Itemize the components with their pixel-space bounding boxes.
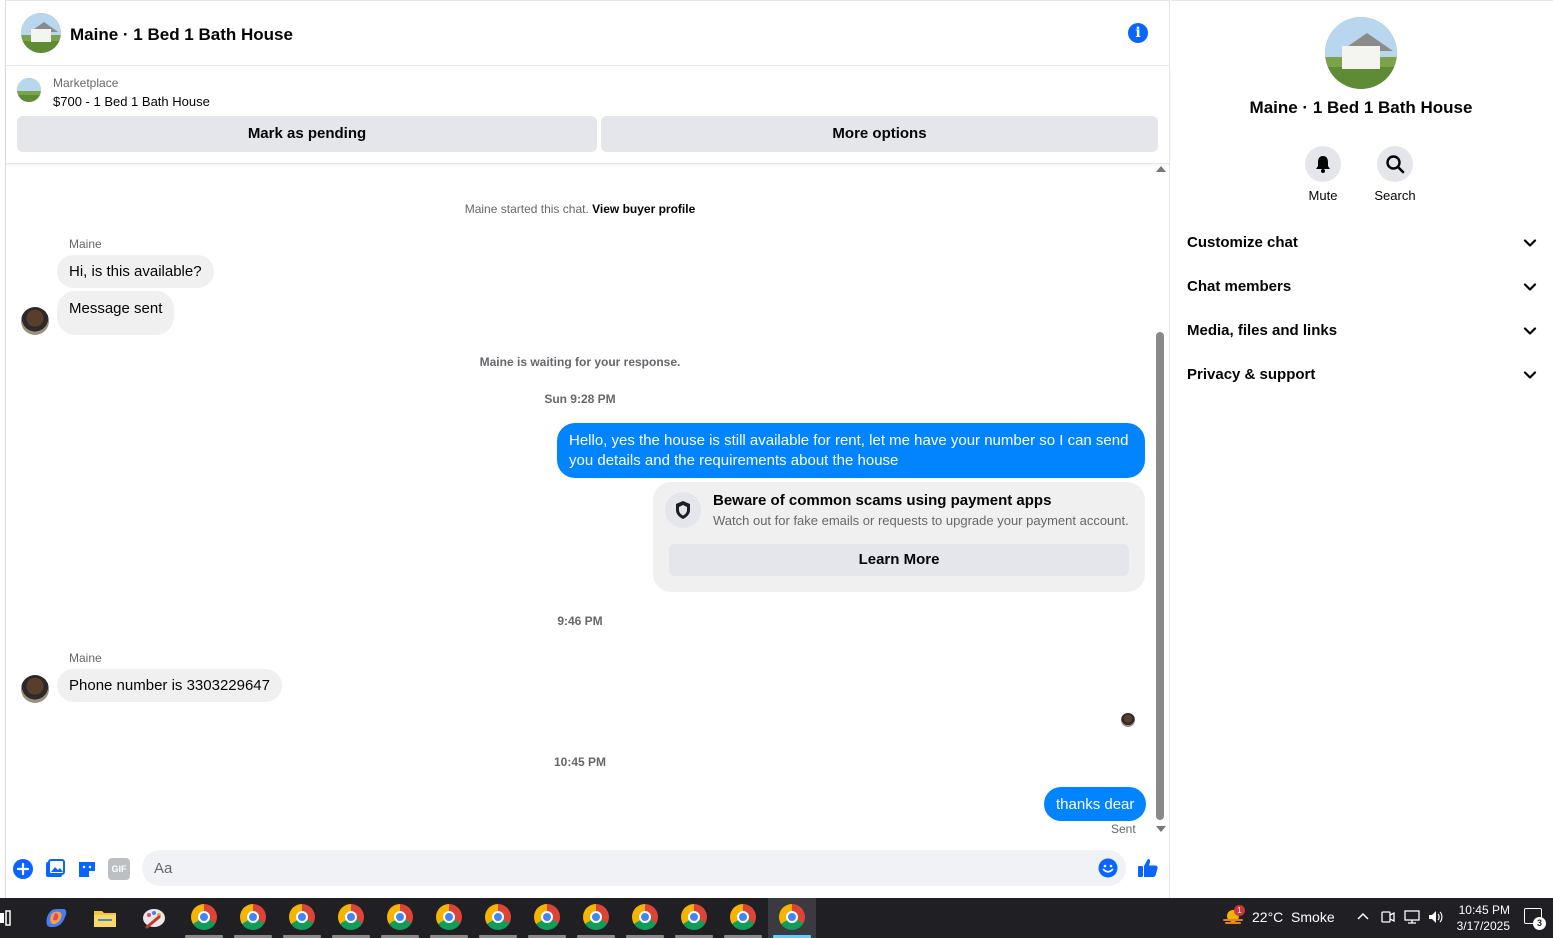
listing-title[interactable]: $700 - 1 Bed 1 Bath House — [53, 94, 210, 109]
chevron-down-icon — [1523, 283, 1537, 291]
chrome-window-icon[interactable] — [240, 904, 266, 930]
chevron-down-icon — [1523, 239, 1537, 247]
scroll-down-arrow[interactable] — [1156, 826, 1166, 832]
windows-taskbar: 1 22°C Smoke 10:45 PM 3/17/2025 3 — [0, 898, 1553, 938]
buyer-avatar[interactable] — [21, 307, 49, 335]
chrome-window-icon[interactable] — [191, 904, 217, 930]
chat-header: Maine · 1 Bed 1 Bath House i — [6, 0, 1170, 66]
section-label: Media, files and links — [1187, 322, 1338, 339]
chrome-window-icon[interactable] — [387, 904, 413, 930]
message-bubble-outgoing[interactable]: Hello, yes the house is still available … — [557, 423, 1145, 478]
chat-title[interactable]: Maine · 1 Bed 1 Bath House — [70, 25, 293, 45]
section-label: Customize chat — [1187, 234, 1298, 251]
more-options-button[interactable]: More options — [601, 116, 1158, 152]
timestamp: Sun 9:28 PM — [544, 392, 616, 406]
shield-icon — [665, 492, 701, 528]
weather-text[interactable]: 22°C Smoke — [1252, 909, 1335, 925]
listing-avatar[interactable] — [21, 13, 61, 53]
clock-time: 10:45 PM — [1458, 903, 1510, 917]
info-icon[interactable]: i — [1128, 23, 1148, 43]
camera-icon[interactable] — [1381, 909, 1395, 925]
clock-date: 3/17/2025 — [1456, 919, 1510, 933]
copilot-icon[interactable] — [41, 903, 71, 933]
notification-count-badge: 3 — [1533, 917, 1546, 930]
message-input[interactable] — [142, 850, 1126, 886]
chevron-down-icon — [1523, 327, 1537, 335]
chat-members-section[interactable]: Chat members — [1187, 265, 1537, 309]
sticker-icon[interactable] — [76, 858, 98, 880]
buyer-avatar[interactable] — [21, 675, 49, 703]
search-icon[interactable] — [1377, 146, 1413, 182]
seen-by-avatar — [1121, 713, 1135, 727]
chat-details-panel: Maine · 1 Bed 1 Bath House Mute Search C… — [1171, 0, 1553, 898]
privacy-support-section[interactable]: Privacy & support — [1187, 353, 1537, 397]
sender-name: Maine — [69, 651, 102, 665]
weather-alert-badge: 1 — [1234, 905, 1245, 916]
customize-chat-section[interactable]: Customize chat — [1187, 221, 1537, 265]
message-status: Sent — [1111, 822, 1136, 836]
message-bubble-incoming[interactable]: Hi, is this available? — [57, 255, 214, 288]
sender-name: Maine — [69, 237, 102, 251]
photo-icon[interactable] — [44, 858, 66, 880]
waiting-notice: Maine is waiting for your response. — [479, 355, 681, 369]
chrome-window-icon[interactable] — [485, 904, 511, 930]
plus-icon[interactable] — [12, 858, 34, 880]
chrome-window-icon[interactable] — [338, 904, 364, 930]
emoji-icon[interactable] — [1098, 858, 1118, 878]
learn-more-button[interactable]: Learn More — [669, 544, 1129, 576]
chrome-window-icon[interactable] — [583, 904, 609, 930]
listing-thumbnail[interactable] — [17, 78, 41, 102]
chrome-window-icon[interactable] — [534, 904, 560, 930]
chevron-down-icon — [1523, 371, 1537, 379]
message-bubble-outgoing[interactable]: thanks dear — [1044, 787, 1147, 821]
chat-started-notice: Maine started this chat. View buyer prof… — [10, 202, 1150, 216]
scam-warning-description: Watch out for fake emails or requests to… — [713, 513, 1129, 528]
marketplace-bar: Marketplace $700 - 1 Bed 1 Bath House Ma… — [6, 66, 1170, 164]
system-clock[interactable]: 10:45 PM 3/17/2025 — [1450, 902, 1510, 934]
message-bubble-incoming[interactable]: Phone number is 3303229647 — [57, 669, 282, 702]
view-buyer-profile-link[interactable]: View buyer profile — [592, 202, 695, 216]
gif-icon[interactable]: GIF — [108, 858, 130, 880]
search-label: Search — [1374, 188, 1416, 203]
message-bubble-incoming[interactable]: Message sent — [57, 291, 175, 335]
volume-icon[interactable] — [1427, 909, 1445, 925]
scroll-up-arrow[interactable] — [1156, 166, 1166, 172]
scroll-thumb[interactable] — [1156, 332, 1164, 820]
task-view-icon[interactable] — [0, 908, 12, 928]
search-in-chat-button[interactable]: Search — [1365, 146, 1425, 203]
network-icon[interactable] — [1403, 909, 1421, 925]
paint-icon[interactable] — [139, 903, 169, 933]
message-scrollbar[interactable] — [1153, 166, 1167, 838]
timestamp: 9:46 PM — [557, 614, 603, 628]
chrome-window-icon[interactable] — [289, 904, 315, 930]
chevron-up-icon[interactable] — [1356, 911, 1370, 921]
media-files-links-section[interactable]: Media, files and links — [1187, 309, 1537, 353]
mark-as-pending-button[interactable]: Mark as pending — [17, 116, 597, 152]
chat-started-text: Maine started this chat. — [464, 202, 589, 216]
scam-warning-title: Beware of common scams using payment app… — [713, 492, 1052, 509]
like-icon[interactable] — [1136, 856, 1160, 880]
section-label: Chat members — [1187, 278, 1292, 295]
mute-button[interactable]: Mute — [1293, 146, 1353, 203]
chrome-window-icon-active[interactable] — [779, 904, 805, 930]
chrome-window-icon[interactable] — [730, 904, 756, 930]
file-explorer-icon[interactable] — [90, 903, 120, 933]
timestamp: 10:45 PM — [553, 755, 607, 769]
chrome-window-icon[interactable] — [681, 904, 707, 930]
marketplace-label: Marketplace — [53, 76, 119, 90]
mute-label: Mute — [1308, 188, 1338, 203]
message-composer: GIF — [6, 846, 1170, 892]
chat-pane: Maine · 1 Bed 1 Bath House i Marketplace… — [0, 0, 1170, 898]
details-title: Maine · 1 Bed 1 Bath House — [1249, 98, 1473, 117]
chrome-window-icon[interactable] — [436, 904, 462, 930]
scam-warning-card: Beware of common scams using payment app… — [653, 482, 1145, 592]
listing-profile-photo[interactable] — [1325, 17, 1397, 89]
bell-icon[interactable] — [1305, 146, 1341, 182]
chrome-window-icon[interactable] — [632, 904, 658, 930]
section-label: Privacy & support — [1187, 366, 1316, 383]
